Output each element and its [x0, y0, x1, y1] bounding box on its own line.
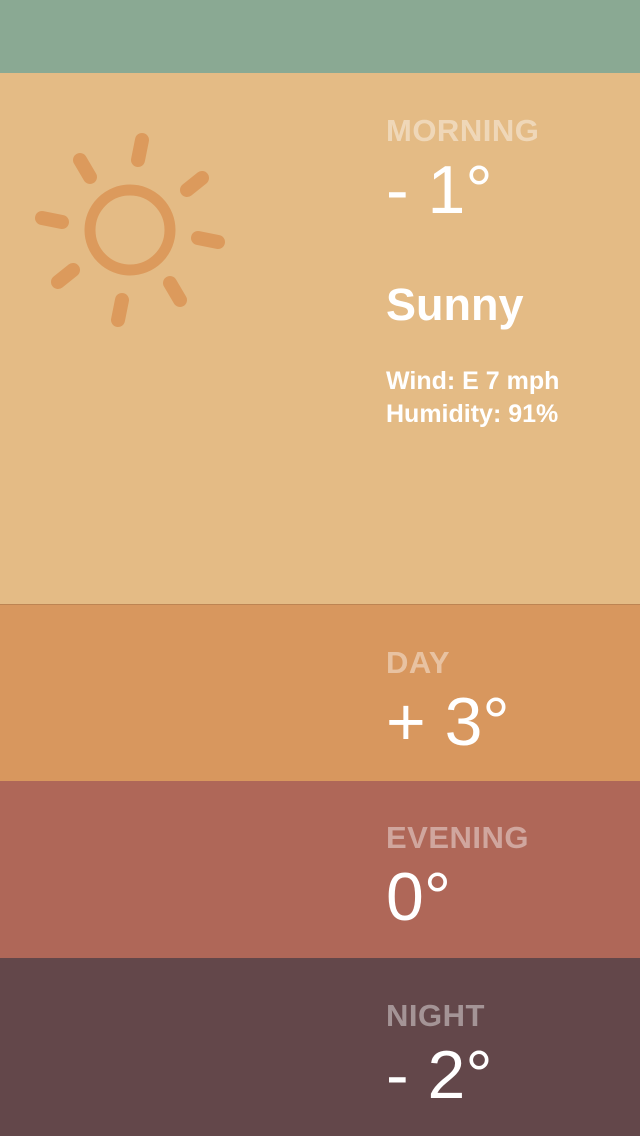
- humidity-text: Humidity: 91%: [386, 400, 559, 428]
- night-panel[interactable]: NIGHT - 2°: [0, 958, 640, 1136]
- wind-text: Wind: E 7 mph: [386, 367, 560, 395]
- divider: [0, 604, 640, 605]
- evening-label: EVENING: [386, 820, 530, 855]
- day-info: DAY + 3°: [386, 647, 510, 756]
- top-bar: [0, 0, 640, 73]
- night-info: NIGHT - 2°: [386, 1000, 493, 1109]
- evening-panel[interactable]: EVENING 0°: [0, 781, 640, 958]
- day-temperature: + 3°: [386, 684, 510, 760]
- weather-details: Wind: E 7 mph Humidity: 91%: [386, 365, 559, 431]
- day-label: DAY: [386, 645, 451, 680]
- evening-temperature: 0°: [386, 859, 452, 935]
- day-panel[interactable]: DAY + 3°: [0, 604, 640, 781]
- morning-panel[interactable]: MORNING - 1° Sunny Wind: E 7 mph Humidit…: [0, 73, 640, 604]
- weather-condition: Sunny: [386, 279, 524, 330]
- morning-label: MORNING: [386, 113, 540, 148]
- morning-temperature: - 1°: [386, 152, 493, 228]
- night-temperature: - 2°: [386, 1037, 493, 1113]
- evening-info: EVENING 0°: [386, 822, 529, 931]
- night-label: NIGHT: [386, 998, 485, 1033]
- morning-info: MORNING - 1° Sunny Wind: E 7 mph Humidit…: [386, 115, 559, 431]
- sun-icon: [35, 133, 225, 327]
